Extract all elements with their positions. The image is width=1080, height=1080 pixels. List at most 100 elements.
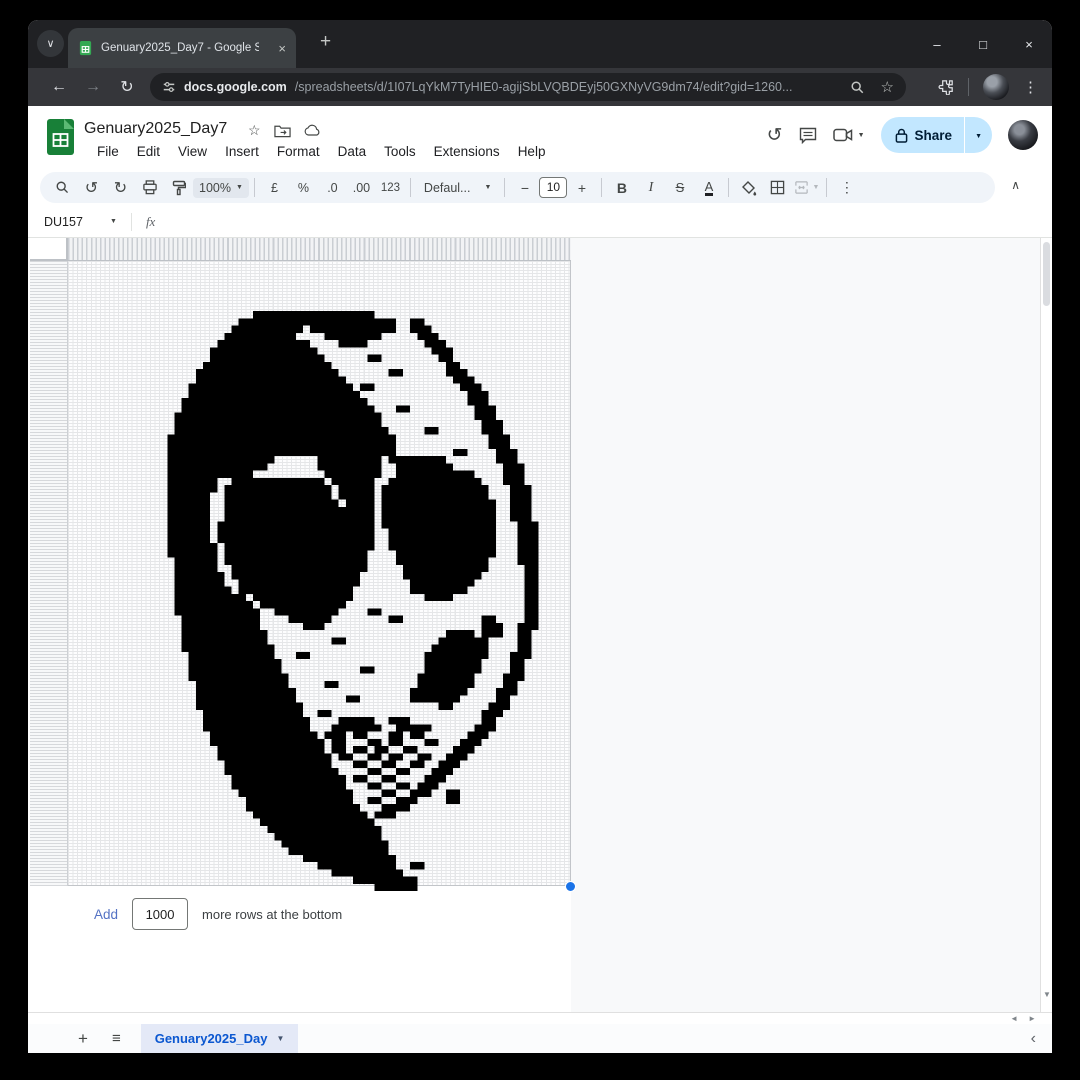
menu-format[interactable]: Format bbox=[268, 142, 329, 161]
site-info-icon[interactable] bbox=[162, 80, 176, 94]
menu-help[interactable]: Help bbox=[509, 142, 555, 161]
menu-insert[interactable]: Insert bbox=[216, 142, 268, 161]
skull-pixel-art-canvas bbox=[153, 311, 553, 891]
increase-decimal-button[interactable]: .00 bbox=[347, 181, 376, 195]
chevron-down-icon: ▼ bbox=[236, 184, 243, 191]
browser-profile-avatar[interactable] bbox=[983, 74, 1009, 100]
vertical-scrollbar-thumb[interactable] bbox=[1043, 242, 1050, 306]
scroll-down-icon[interactable]: ▼ bbox=[1041, 990, 1052, 999]
font-name: Defaul... bbox=[424, 181, 471, 195]
chevron-down-icon: ▼ bbox=[975, 133, 982, 140]
more-toolbar-kebab-icon[interactable]: ⋮ bbox=[832, 179, 861, 196]
chevron-down-icon: ▼ bbox=[484, 184, 491, 191]
move-folder-icon[interactable] bbox=[274, 124, 291, 138]
new-tab-button[interactable]: + bbox=[320, 31, 331, 53]
name-box[interactable]: DU157 bbox=[28, 215, 110, 229]
add-rows-label: more rows at the bottom bbox=[202, 907, 342, 922]
star-document-icon[interactable]: ☆ bbox=[248, 122, 261, 139]
forward-icon[interactable]: → bbox=[76, 78, 110, 96]
decrease-decimal-button[interactable]: .0 bbox=[318, 181, 347, 195]
screenshot-root: { "colors": { "chrome_dark": "#202124", … bbox=[0, 0, 1080, 1080]
format-percent-button[interactable]: % bbox=[289, 181, 318, 195]
close-icon[interactable]: × bbox=[1006, 37, 1052, 52]
font-size-input[interactable]: 10 bbox=[539, 177, 567, 198]
address-bar[interactable]: docs.google.com/spreadsheets/d/1I07LqYkM… bbox=[150, 73, 906, 101]
sheet-tab-active[interactable]: Genuary2025_Day ▼ bbox=[141, 1024, 299, 1053]
grid-end-handle[interactable] bbox=[565, 881, 576, 892]
grid-viewport: Add more rows at the bottom bbox=[28, 238, 1040, 1012]
horizontal-scrollbar[interactable]: ◄ ► bbox=[28, 1012, 1052, 1024]
share-dropdown-button[interactable]: ▼ bbox=[965, 130, 992, 140]
select-all-corner[interactable] bbox=[30, 238, 68, 261]
collapse-panel-icon[interactable]: ‹ bbox=[1031, 1030, 1036, 1048]
font-select[interactable]: Defaul... ▼ bbox=[416, 181, 500, 195]
row-headers[interactable] bbox=[30, 261, 68, 886]
menu-extensions[interactable]: Extensions bbox=[425, 142, 509, 161]
divider bbox=[728, 178, 729, 197]
add-rows-button[interactable]: Add bbox=[94, 907, 118, 922]
scroll-left-icon[interactable]: ◄ bbox=[1010, 1014, 1018, 1023]
fill-color-icon[interactable] bbox=[734, 180, 763, 196]
maximize-icon[interactable]: □ bbox=[960, 37, 1006, 52]
add-rows-control: Add more rows at the bottom bbox=[94, 898, 342, 930]
menu-data[interactable]: Data bbox=[329, 142, 376, 161]
url-path: /spreadsheets/d/1I07LqYkM7TyHIE0-agijSbL… bbox=[295, 80, 793, 94]
tab-search-button[interactable]: ∨ bbox=[37, 30, 64, 57]
redo-icon[interactable]: ↻ bbox=[106, 178, 135, 198]
strikethrough-button[interactable]: S bbox=[665, 180, 694, 195]
back-icon[interactable]: ← bbox=[42, 78, 76, 96]
browser-tab[interactable]: Genuary2025_Day7 - Google Sh × bbox=[68, 28, 296, 68]
toolbar: ↺ ↻ 100% ▼ £ % .0 .00 123 Defaul... ▼ − … bbox=[40, 172, 995, 203]
chevron-down-icon[interactable]: ▼ bbox=[276, 1034, 284, 1043]
bold-button[interactable]: B bbox=[607, 180, 636, 196]
divider bbox=[131, 213, 132, 231]
increase-font-size-button[interactable]: + bbox=[567, 180, 596, 196]
italic-button[interactable]: I bbox=[636, 180, 665, 196]
all-sheets-menu-icon[interactable]: ≡ bbox=[112, 1030, 121, 1047]
share-label: Share bbox=[915, 128, 953, 143]
menu-file[interactable]: File bbox=[88, 142, 128, 161]
extensions-puzzle-icon[interactable] bbox=[938, 79, 954, 95]
search-icon[interactable] bbox=[850, 80, 865, 95]
zoom-select[interactable]: 100% ▼ bbox=[193, 178, 249, 198]
formula-input[interactable] bbox=[155, 206, 1052, 237]
toolbar-search-icon[interactable] bbox=[48, 180, 77, 195]
collapse-toolbar-icon[interactable]: ∧ bbox=[1011, 178, 1020, 192]
meet-button[interactable]: ▼ bbox=[833, 128, 865, 142]
decrease-font-size-button[interactable]: − bbox=[510, 180, 539, 196]
account-avatar[interactable] bbox=[1008, 120, 1038, 150]
spreadsheet-grid[interactable] bbox=[68, 261, 571, 886]
vertical-scrollbar[interactable]: ▼ bbox=[1040, 238, 1052, 1012]
bookmark-star-icon[interactable]: ☆ bbox=[881, 78, 894, 96]
more-formats-button[interactable]: 123 bbox=[376, 182, 405, 194]
format-currency-button[interactable]: £ bbox=[260, 181, 289, 195]
column-headers[interactable] bbox=[68, 238, 571, 261]
sheets-logo-icon[interactable] bbox=[47, 119, 74, 155]
comment-icon[interactable] bbox=[799, 127, 817, 144]
menu-tools[interactable]: Tools bbox=[375, 142, 425, 161]
print-icon[interactable] bbox=[135, 180, 164, 195]
browser-window: ∨ Genuary2025_Day7 - Google Sh × + – □ ×… bbox=[28, 20, 1052, 1053]
divider bbox=[601, 178, 602, 197]
paint-format-icon[interactable] bbox=[164, 180, 193, 196]
menu-view[interactable]: View bbox=[169, 142, 216, 161]
reload-icon[interactable]: ↻ bbox=[110, 77, 144, 97]
add-rows-count-input[interactable] bbox=[132, 898, 188, 930]
chevron-down-icon[interactable]: ▼ bbox=[110, 218, 117, 225]
browser-menu-kebab-icon[interactable]: ⋮ bbox=[1023, 78, 1038, 96]
text-color-button[interactable]: A bbox=[694, 180, 723, 196]
empty-area-right-of-grid bbox=[571, 238, 1040, 1012]
menu-edit[interactable]: Edit bbox=[128, 142, 169, 161]
add-sheet-button[interactable]: + bbox=[78, 1029, 88, 1049]
share-button[interactable]: Share bbox=[881, 128, 965, 143]
undo-icon[interactable]: ↺ bbox=[77, 178, 106, 198]
document-title[interactable]: Genuary2025_Day7 bbox=[84, 120, 227, 138]
cloud-status-icon[interactable] bbox=[304, 124, 322, 137]
minimize-icon[interactable]: – bbox=[914, 37, 960, 52]
version-history-icon[interactable]: ↺ bbox=[767, 124, 783, 147]
borders-icon[interactable] bbox=[763, 180, 792, 195]
formula-bar: DU157 ▼ fx bbox=[28, 206, 1052, 238]
scroll-right-icon[interactable]: ► bbox=[1028, 1014, 1036, 1023]
tab-close-icon[interactable]: × bbox=[278, 41, 286, 56]
merge-cells-icon[interactable]: ▼ bbox=[792, 180, 821, 195]
